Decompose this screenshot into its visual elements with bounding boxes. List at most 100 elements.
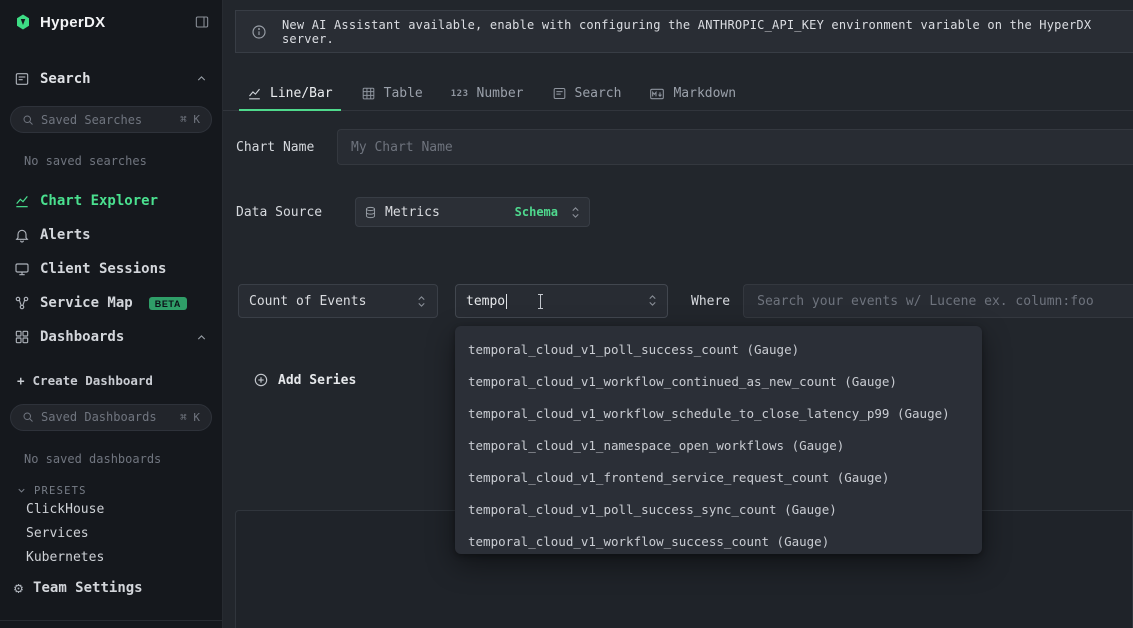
metric-options-dropdown: temporal_cloud_v1_poll_success_count (Ga… xyxy=(455,326,982,554)
sidebar-search-label: Search xyxy=(40,71,91,87)
table-icon xyxy=(361,86,376,101)
banner-text: New AI Assistant available, enable with … xyxy=(282,18,1118,46)
search-icon xyxy=(22,114,34,126)
metric-query-text: tempo xyxy=(466,294,505,309)
search-section-icon xyxy=(14,71,30,87)
chart-type-tabs: Line/Bar Table 123 Number Search Markdow… xyxy=(223,77,1133,111)
metric-option[interactable]: temporal_cloud_v1_poll_success_sync_coun… xyxy=(455,493,982,525)
tab-label: Line/Bar xyxy=(270,86,333,101)
hyperdx-logo-icon xyxy=(14,13,32,31)
sidebar-item-alerts[interactable]: Alerts xyxy=(0,218,222,252)
add-series-label: Add Series xyxy=(278,373,356,388)
where-lucene-input[interactable] xyxy=(743,284,1133,318)
ai-assistant-banner: New AI Assistant available, enable with … xyxy=(235,10,1133,53)
no-saved-searches-text: No saved searches xyxy=(0,154,222,168)
preset-item-clickhouse[interactable]: ClickHouse xyxy=(0,498,222,522)
tab-markdown[interactable]: Markdown xyxy=(635,77,750,110)
data-source-value: Metrics xyxy=(385,205,507,220)
sidebar-collapse-icon[interactable] xyxy=(194,14,210,30)
bell-icon xyxy=(14,227,30,243)
no-saved-dashboards-text: No saved dashboards xyxy=(0,452,222,466)
tab-line-bar[interactable]: Line/Bar xyxy=(233,77,347,110)
app-title: HyperDX xyxy=(40,14,105,31)
gear-icon: ⚙ xyxy=(14,581,23,596)
sidebar-nav: Chart Explorer Alerts Client Sessions Se… xyxy=(0,184,222,354)
tab-label: Table xyxy=(384,86,423,101)
nav-label: Service Map xyxy=(40,295,133,311)
number-123-icon: 123 xyxy=(451,89,469,99)
sidebar-item-dashboards[interactable]: Dashboards xyxy=(0,320,222,354)
create-dashboard-button[interactable]: + Create Dashboard xyxy=(0,368,222,391)
sidebar-item-client-sessions[interactable]: Client Sessions xyxy=(0,252,222,286)
chevron-down-icon xyxy=(16,485,27,496)
text-caret xyxy=(506,294,507,309)
tab-number[interactable]: 123 Number xyxy=(437,77,538,110)
search-icon xyxy=(22,411,34,423)
metric-option[interactable]: temporal_cloud_v1_frontend_service_reque… xyxy=(455,461,982,493)
saved-dashboards-placeholder: Saved Dashboards xyxy=(41,410,157,424)
presets-label: PRESETS xyxy=(34,485,87,497)
tab-search[interactable]: Search xyxy=(538,77,636,110)
metric-option[interactable]: temporal_cloud_v1_workflow_success_count… xyxy=(455,525,982,554)
sidebar-item-service-map[interactable]: Service Map BETA xyxy=(0,286,222,320)
metric-option[interactable]: temporal_cloud_v1_poll_success_count (Ga… xyxy=(455,333,982,365)
preset-item-services[interactable]: Services xyxy=(0,522,222,546)
metric-option[interactable]: temporal_cloud_v1_namespace_open_workflo… xyxy=(455,429,982,461)
sidebar-item-search[interactable]: Search xyxy=(0,65,222,92)
sidebar-bottom-divider xyxy=(0,620,222,628)
chart-name-label: Chart Name xyxy=(236,140,337,155)
select-chevrons-icon xyxy=(647,294,658,307)
search-list-icon xyxy=(552,86,567,101)
sidebar-item-chart-explorer[interactable]: Chart Explorer xyxy=(0,184,222,218)
markdown-icon xyxy=(649,86,665,102)
chart-name-row: Chart Name xyxy=(223,129,1133,165)
database-icon xyxy=(364,206,377,219)
tab-label: Number xyxy=(477,86,524,101)
saved-dashboards-input[interactable]: Saved Dashboards ⌘ K xyxy=(10,404,212,431)
tab-label: Search xyxy=(575,86,622,101)
team-settings-label: Team Settings xyxy=(33,580,143,596)
beta-badge: BETA xyxy=(149,297,187,310)
preset-item-kubernetes[interactable]: Kubernetes xyxy=(0,546,222,570)
chart-icon xyxy=(14,193,30,209)
tab-table[interactable]: Table xyxy=(347,77,437,110)
select-chevrons-icon xyxy=(570,206,581,219)
add-series-button[interactable]: Add Series xyxy=(253,372,383,388)
chevron-up-icon xyxy=(195,72,208,85)
info-icon xyxy=(251,24,267,40)
presets-header[interactable]: PRESETS xyxy=(0,483,222,498)
nav-label: Client Sessions xyxy=(40,261,166,277)
chevron-up-icon xyxy=(195,331,208,344)
nav-label: Alerts xyxy=(40,227,91,243)
metric-search-input[interactable]: tempo xyxy=(455,284,668,318)
data-source-label: Data Source xyxy=(236,205,355,220)
series-row: Count of Events tempo Where xyxy=(223,284,1133,318)
tab-label: Markdown xyxy=(673,86,736,101)
metric-option[interactable]: temporal_cloud_v1_workflow_continued_as_… xyxy=(455,365,982,397)
ibeam-cursor xyxy=(540,294,541,309)
create-dashboard-label: Create Dashboard xyxy=(33,373,153,388)
service-map-icon xyxy=(14,295,30,311)
aggregation-select[interactable]: Count of Events xyxy=(238,284,438,318)
plus-icon: + xyxy=(17,373,25,388)
nav-label: Dashboards xyxy=(40,329,124,345)
monitor-icon xyxy=(14,261,30,277)
saved-dashboards-shortcut: ⌘ K xyxy=(180,411,200,424)
where-label: Where xyxy=(691,294,730,309)
sidebar-item-team-settings[interactable]: ⚙ Team Settings xyxy=(0,570,222,606)
plus-circle-icon xyxy=(253,372,269,388)
data-source-select[interactable]: Metrics Schema xyxy=(355,197,590,227)
line-chart-icon xyxy=(247,86,262,101)
logo-row: HyperDX xyxy=(0,0,222,43)
chart-name-input[interactable] xyxy=(337,129,1133,165)
saved-searches-input[interactable]: Saved Searches ⌘ K xyxy=(10,106,212,133)
saved-searches-placeholder: Saved Searches xyxy=(41,113,142,127)
select-chevrons-icon xyxy=(416,295,427,308)
schema-link[interactable]: Schema xyxy=(515,205,558,219)
nav-label: Chart Explorer xyxy=(40,193,158,209)
dashboards-grid-icon xyxy=(14,329,30,345)
data-source-row: Data Source Metrics Schema xyxy=(223,197,1133,227)
metric-option[interactable]: temporal_cloud_v1_workflow_schedule_to_c… xyxy=(455,397,982,429)
main-content: New AI Assistant available, enable with … xyxy=(223,0,1133,628)
aggregation-value: Count of Events xyxy=(249,294,366,309)
